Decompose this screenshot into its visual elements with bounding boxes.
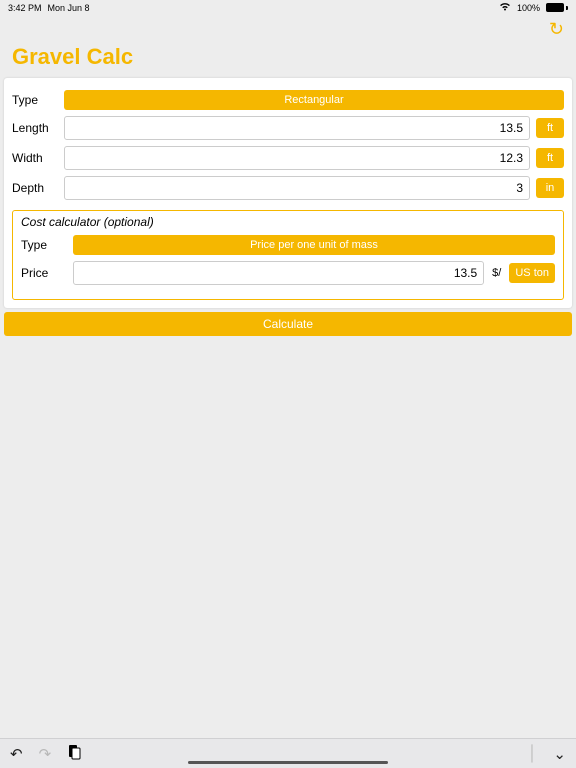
cost-calculator-section: Cost calculator (optional) Type Price pe… xyxy=(12,210,564,300)
price-type-row: Type Price per one unit of mass xyxy=(21,235,555,255)
divider-icon: │ xyxy=(528,745,537,762)
depth-row: Depth in xyxy=(12,176,564,200)
battery-icon xyxy=(546,3,568,12)
calculator-card: Type Rectangular Length ft Width ft Dept… xyxy=(4,78,572,308)
undo-icon[interactable]: ↶ xyxy=(10,745,23,763)
cost-type-label: Type xyxy=(21,238,67,252)
app-title: Gravel Calc xyxy=(0,40,576,78)
redo-icon[interactable]: ↷ xyxy=(39,745,52,763)
status-time: 3:42 PM xyxy=(8,3,42,13)
refresh-icon[interactable]: ↻ xyxy=(549,19,564,40)
depth-label: Depth xyxy=(12,181,58,195)
width-input[interactable] xyxy=(64,146,530,170)
length-unit-button[interactable]: ft xyxy=(536,118,564,138)
battery-percent: 100% xyxy=(517,3,540,13)
length-input[interactable] xyxy=(64,116,530,140)
shape-type-row: Type Rectangular xyxy=(12,90,564,110)
price-unit-button[interactable]: US ton xyxy=(509,263,555,283)
width-row: Width ft xyxy=(12,146,564,170)
price-input[interactable] xyxy=(73,261,484,285)
depth-unit-button[interactable]: in xyxy=(536,178,564,198)
status-date: Mon Jun 8 xyxy=(48,3,90,13)
depth-input[interactable] xyxy=(64,176,530,200)
home-indicator xyxy=(188,761,388,764)
price-label: Price xyxy=(21,266,67,280)
length-label: Length xyxy=(12,121,58,135)
bottom-toolbar: ↶ ↷ │ ⌄ xyxy=(0,738,576,768)
wifi-icon xyxy=(499,2,511,13)
width-label: Width xyxy=(12,151,58,165)
price-type-selector[interactable]: Price per one unit of mass xyxy=(73,235,555,255)
shape-selector[interactable]: Rectangular xyxy=(64,90,564,110)
price-row: Price $/ US ton xyxy=(21,261,555,285)
length-row: Length ft xyxy=(12,116,564,140)
type-label: Type xyxy=(12,93,58,107)
cost-section-title: Cost calculator (optional) xyxy=(21,215,555,229)
clipboard-icon[interactable] xyxy=(67,744,81,764)
width-unit-button[interactable]: ft xyxy=(536,148,564,168)
calculate-button[interactable]: Calculate xyxy=(4,312,572,336)
chevron-down-icon[interactable]: ⌄ xyxy=(553,745,566,763)
status-bar: 3:42 PM Mon Jun 8 100% xyxy=(0,0,576,15)
price-suffix: $/ xyxy=(490,267,503,279)
